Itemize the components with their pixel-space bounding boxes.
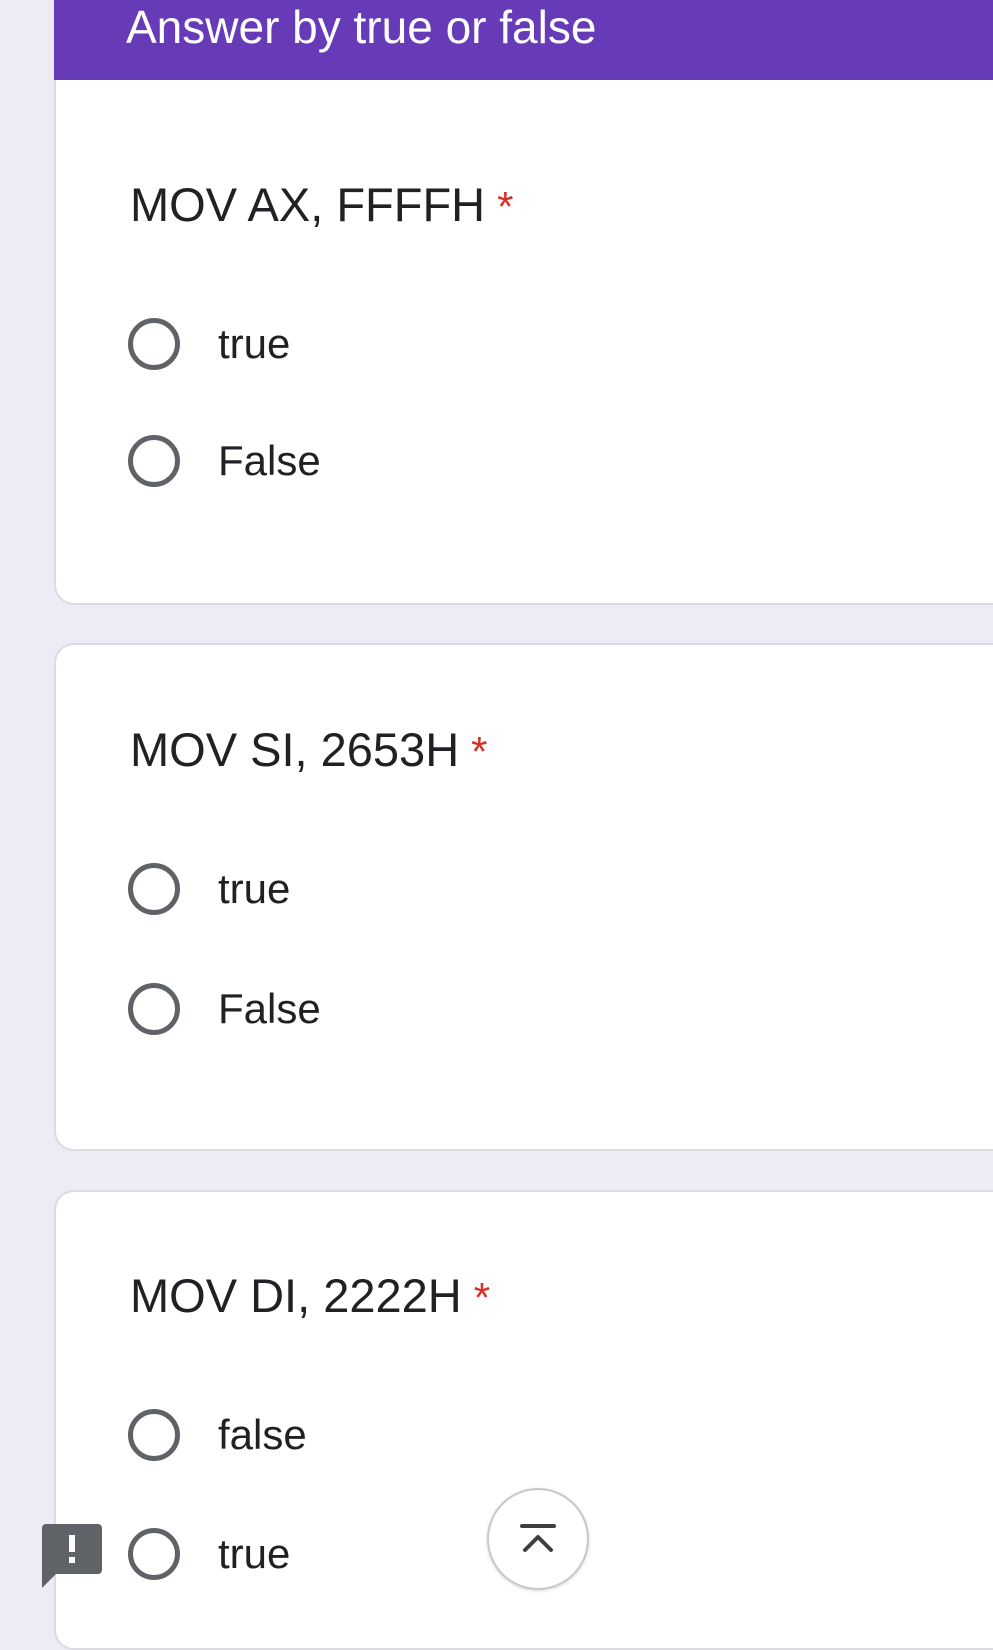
radio-option[interactable]: true — [128, 858, 290, 920]
question-card: MOV AX, FFFFH * true False — [54, 80, 993, 605]
radio-option[interactable]: false — [128, 1404, 307, 1466]
question-text: MOV SI, 2653H — [130, 723, 460, 776]
option-label: false — [218, 1411, 307, 1458]
radio-button[interactable] — [128, 435, 180, 487]
required-asterisk: * — [471, 728, 488, 775]
radio-button[interactable] — [128, 983, 180, 1035]
question-title: MOV SI, 2653H * — [130, 722, 488, 780]
radio-button[interactable] — [128, 1528, 180, 1580]
question-text: MOV AX, FFFFH — [130, 178, 486, 231]
form-title: Answer by true or false — [126, 1, 597, 53]
option-label: true — [218, 865, 291, 912]
radio-button[interactable] — [128, 863, 180, 915]
report-problem-icon — [42, 1524, 102, 1588]
report-problem-button[interactable] — [42, 1524, 102, 1590]
option-label: False — [218, 437, 321, 484]
radio-option[interactable]: true — [128, 1523, 290, 1585]
radio-option[interactable]: False — [128, 978, 321, 1040]
required-asterisk: * — [473, 1274, 491, 1321]
required-asterisk: * — [497, 183, 514, 230]
radio-button[interactable] — [128, 1409, 180, 1461]
scroll-to-top-button[interactable] — [487, 1488, 589, 1590]
radio-button[interactable] — [128, 318, 180, 370]
question-card: MOV SI, 2653H * true False — [54, 643, 993, 1151]
option-label: true — [218, 320, 291, 367]
vertical-align-top-icon — [520, 1524, 556, 1552]
question-text: MOV DI, 2222H — [130, 1269, 462, 1322]
radio-option[interactable]: true — [128, 313, 290, 375]
option-label: true — [218, 1530, 291, 1577]
radio-option[interactable]: False — [128, 430, 321, 492]
option-label: False — [218, 985, 321, 1032]
question-title: MOV DI, 2222H * — [130, 1268, 490, 1326]
question-title: MOV AX, FFFFH * — [130, 177, 513, 235]
